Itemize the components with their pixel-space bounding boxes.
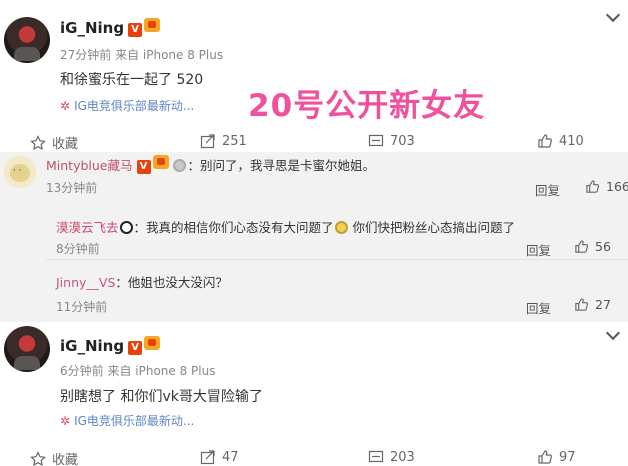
commenter-nickname[interactable]: Mintyblue藏马: [46, 158, 133, 173]
comment-button[interactable]: 703: [368, 133, 415, 149]
reply-like-button[interactable]: 56: [574, 239, 611, 254]
avatar[interactable]: [4, 156, 36, 188]
like-button[interactable]: 97: [537, 449, 576, 465]
reply-button[interactable]: 回复: [526, 298, 551, 317]
weibo-post-1: iG_Ning V 27分钟前 来自 iPhone 8 Plus 和徐蜜乐在一起了…: [0, 0, 628, 152]
favorite-label: 收藏: [52, 137, 79, 152]
reply-button[interactable]: 回复: [535, 180, 560, 199]
comment-section: Mintyblue藏马V ：别问了，我寻思是卡蜜尔她姐。 13分钟前 回复 16…: [0, 152, 628, 322]
reply-like-count: 56: [595, 239, 611, 254]
reply-item: Jinny__VS：他姐也没大没闪？ 11分钟前 回复 27: [46, 264, 628, 322]
username[interactable]: iG_Ning V: [60, 18, 161, 37]
reply-time: 11分钟前: [56, 300, 108, 314]
star-icon: [30, 134, 46, 150]
member-crown-icon: [152, 155, 169, 169]
reply-button[interactable]: 回复: [526, 240, 551, 259]
source-link[interactable]: ✲ IG电竞俱乐部最新动...: [60, 412, 194, 429]
avatar[interactable]: [4, 326, 50, 372]
overlay-caption: 20号公开新女友: [248, 88, 486, 124]
action-bar: 收藏 47 203 97: [0, 449, 628, 466]
repost-count: 251: [222, 133, 247, 149]
weibo-post-2: iG_Ning V 6分钟前 来自 iPhone 8 Plus 别瞎想了 和你们v…: [0, 322, 628, 466]
reply-text: ：我真的相信你们心态没有大问题了: [133, 220, 334, 235]
verified-badge-icon: V: [136, 160, 151, 174]
chevron-down-icon[interactable]: [605, 7, 621, 23]
source-link[interactable]: ✲ IG电竞俱乐部最新动...: [60, 97, 194, 114]
source-text[interactable]: IG电竞俱乐部最新动...: [74, 99, 194, 113]
comment-icon: [368, 134, 384, 147]
post-content: 和徐蜜乐在一起了 520: [60, 72, 204, 88]
post-content: 别瞎想了 和你们vk哥大冒险输了: [60, 389, 263, 405]
username-text[interactable]: iG_Ning: [60, 19, 124, 37]
comment-count: 703: [390, 133, 415, 149]
comment-count: 203: [390, 449, 415, 465]
like-count: 97: [559, 449, 576, 465]
reply-like-button[interactable]: 27: [574, 297, 611, 312]
panda-emoji-icon: [119, 221, 133, 234]
favorite-button[interactable]: 收藏: [30, 133, 78, 152]
comment-item: Mintyblue藏马V ：别问了，我寻思是卡蜜尔她姐。 13分钟前 回复 16…: [0, 152, 628, 198]
username-text[interactable]: iG_Ning: [60, 337, 124, 355]
comment-text: ：别问了，我寻思是卡蜜尔她姐。: [187, 158, 375, 173]
bulb-emoji-icon: [334, 221, 348, 234]
like-button[interactable]: 410: [537, 133, 584, 149]
member-crown-icon: [144, 18, 161, 32]
star-icon: [30, 450, 46, 466]
repost-button[interactable]: 251: [200, 133, 247, 149]
comment-text-line: Mintyblue藏马 V ：别问了，我寻思是卡蜜尔她姐。: [46, 155, 375, 174]
username[interactable]: iG_Ning V: [60, 336, 161, 355]
thumbs-up-icon: [575, 298, 589, 311]
member-crown-icon: [144, 336, 161, 350]
verified-badge-icon: V: [128, 341, 143, 355]
reply-like-count: 27: [595, 297, 611, 312]
repost-button[interactable]: 47: [200, 449, 239, 465]
repost-count: 47: [222, 449, 239, 465]
reply-text-line: Jinny__VS：他姐也没大没闪？: [56, 272, 228, 291]
chevron-down-icon[interactable]: [605, 325, 621, 341]
like-count: 410: [559, 133, 584, 149]
favorite-label: 收藏: [52, 453, 79, 466]
comment-like-count: 166: [606, 179, 628, 194]
replier-nickname[interactable]: Jinny__VS: [56, 275, 115, 290]
verified-badge-icon: V: [128, 23, 143, 37]
share-icon: [200, 134, 215, 149]
comment-button[interactable]: 203: [368, 449, 415, 465]
favorite-button[interactable]: 收藏: [30, 449, 78, 466]
reply-time: 8分钟前: [56, 242, 100, 256]
thumbs-up-icon: [586, 180, 600, 193]
thumbs-up-icon: [538, 134, 552, 148]
thumbs-up-icon: [575, 240, 589, 253]
share-icon: [200, 450, 215, 465]
flower-icon: ✲: [60, 99, 71, 113]
reply-text-line: 漠漠云飞去 ：我真的相信你们心态没有大问题了 你们快把粉丝心态搞出问题了: [56, 217, 515, 236]
post-meta: 6分钟前 来自 iPhone 8 Plus: [60, 364, 216, 378]
reply-text-cont: 你们快把粉丝心态搞出问题了: [348, 220, 516, 235]
replier-nickname[interactable]: 漠漠云飞去: [56, 220, 119, 235]
avatar[interactable]: [4, 17, 50, 63]
post-meta: 27分钟前 来自 iPhone 8 Plus: [60, 48, 224, 62]
medal-icon: [173, 159, 187, 172]
flower-icon: ✲: [60, 414, 71, 428]
reply-item: 漠漠云飞去 ：我真的相信你们心态没有大问题了 你们快把粉丝心态搞出问题了 8分钟前…: [46, 204, 628, 260]
thumbs-up-icon: [538, 450, 552, 464]
comment-time: 13分钟前: [46, 181, 98, 195]
comment-icon: [368, 450, 384, 463]
comment-like-button[interactable]: 166: [585, 179, 628, 194]
source-text[interactable]: IG电竞俱乐部最新动...: [74, 414, 194, 428]
reply-text: ：他姐也没大没闪？: [115, 275, 228, 290]
